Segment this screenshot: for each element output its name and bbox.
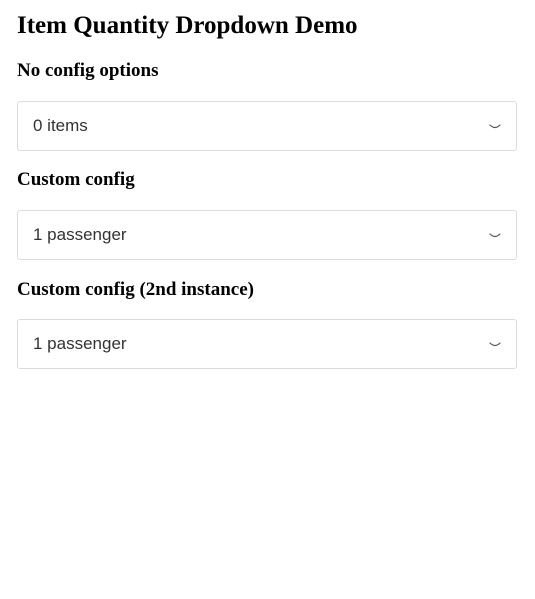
chevron-down-icon [489, 232, 501, 240]
page-title: Item Quantity Dropdown Demo [17, 12, 358, 39]
chevron-down-icon [489, 341, 501, 349]
dropdown-value: 1 passenger [33, 225, 127, 244]
item-quantity-dropdown-custom-config[interactable]: 1 passenger [17, 210, 517, 260]
item-quantity-dropdown-custom-config-2nd[interactable]: 1 passenger [17, 319, 517, 369]
section-heading-custom-config-2nd: Custom config (2nd instance) [17, 279, 254, 300]
chevron-down-icon [489, 123, 501, 131]
section-heading-custom-config: Custom config [17, 169, 135, 190]
dropdown-value: 1 passenger [33, 334, 127, 353]
item-quantity-dropdown-no-config[interactable]: 0 items [17, 101, 517, 151]
dropdown-value: 0 items [33, 116, 88, 135]
section-heading-no-config: No config options [17, 60, 159, 81]
